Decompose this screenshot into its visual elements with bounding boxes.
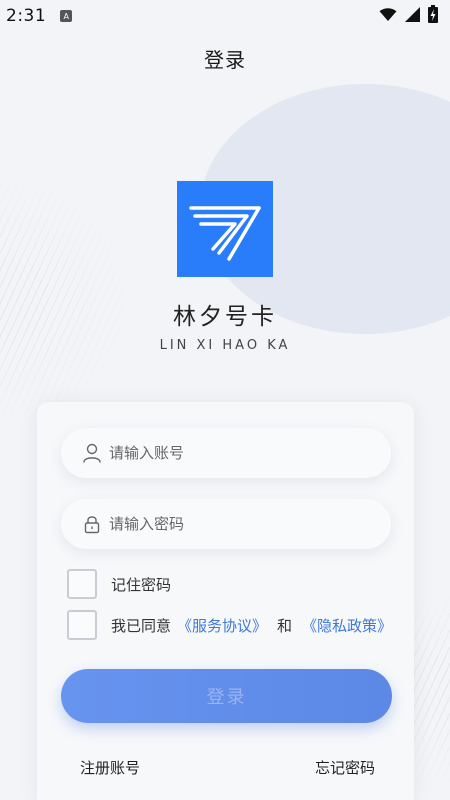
brand-subtitle: LIN XI HAO KA (159, 338, 291, 353)
user-icon (81, 442, 103, 464)
brand-name: 林夕号卡 (173, 304, 277, 330)
lock-icon (81, 513, 103, 535)
status-bar: 2:31 A (0, 0, 450, 32)
status-time: 2:31 (6, 6, 47, 26)
service-agreement-link[interactable]: 《服务协议》 (177, 615, 267, 636)
login-card: 记住密码 我已同意 《服务协议》 和 《隐私政策》 登录 注册账号 忘记密码 (37, 402, 414, 800)
bottom-links: 注册账号 忘记密码 (80, 757, 375, 778)
status-right (379, 5, 438, 27)
remember-password-row[interactable]: 记住密码 (67, 569, 171, 599)
register-link[interactable]: 注册账号 (80, 757, 140, 778)
status-left: 2:31 A (6, 6, 73, 26)
privacy-policy-link[interactable]: 《隐私政策》 (302, 615, 392, 636)
page-title: 登录 (204, 47, 246, 72)
login-button[interactable]: 登录 (61, 669, 392, 723)
agreement-row[interactable]: 我已同意 《服务协议》 和 《隐私政策》 (67, 610, 398, 640)
battery-charging-icon (428, 5, 438, 27)
remember-password-checkbox[interactable] (67, 569, 97, 599)
forgot-password-link[interactable]: 忘记密码 (315, 757, 375, 778)
cellular-signal-icon (405, 6, 420, 26)
password-field[interactable] (61, 499, 391, 549)
app-logo (177, 181, 273, 277)
password-input[interactable] (109, 515, 391, 533)
agreement-prefix: 我已同意 (111, 616, 172, 635)
login-screen: 2:31 A 登录 林夕号卡 LIN XI HAO KA 请输入账号 记住密码 … (0, 0, 450, 800)
account-field[interactable] (61, 428, 391, 478)
agreement-and-text: 和 (277, 616, 293, 635)
account-input[interactable] (109, 444, 391, 462)
wifi-icon (379, 7, 397, 26)
notification-app-icon: A (60, 10, 73, 22)
title-bar: 登录 (0, 32, 450, 84)
remember-password-label: 记住密码 (111, 575, 172, 594)
agreement-checkbox[interactable] (67, 610, 97, 640)
